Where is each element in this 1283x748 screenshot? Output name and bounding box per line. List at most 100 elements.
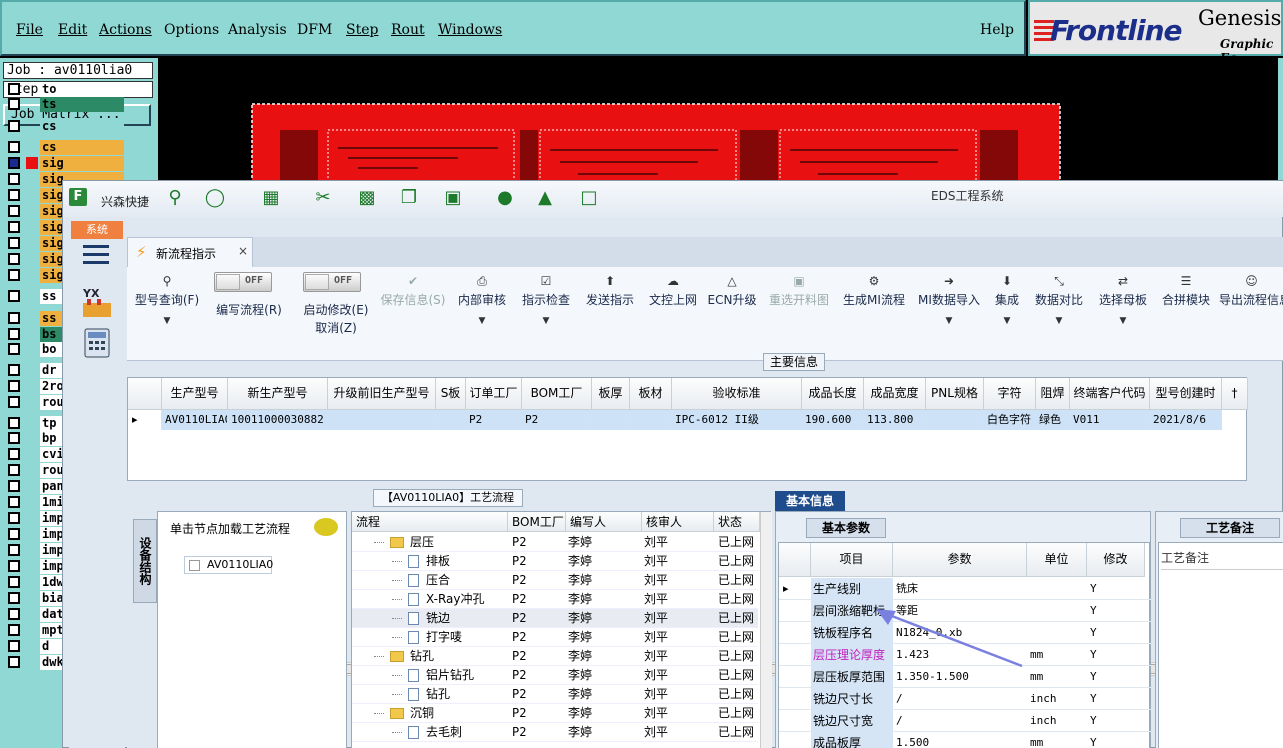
grid-cell[interactable] — [436, 410, 466, 430]
menu-step[interactable]: Step — [346, 22, 378, 38]
table-row[interactable]: 钻孔 P2 李婷 刘平 已上网 — [352, 685, 758, 704]
grid-column-header[interactable]: 订单工厂 — [466, 378, 522, 410]
user-icon[interactable]: ● — [493, 187, 517, 209]
table-row[interactable]: 压合 P2 李婷 刘平 已上网 — [352, 571, 758, 590]
table-row[interactable]: 铝片钻孔 P2 李婷 刘平 已上网 — [352, 666, 758, 685]
table-row[interactable]: 铣边尺寸宽 / inch Y — [779, 710, 1151, 732]
integrate-button[interactable]: ⬇ 集成 ▼ — [987, 267, 1027, 327]
save-info-button[interactable]: ✔ 保存信息(S) — [377, 267, 449, 309]
grid-column-header[interactable]: † — [1222, 378, 1248, 410]
grid-cell[interactable]: 白色字符 — [984, 410, 1036, 430]
checkbox[interactable] — [189, 560, 200, 571]
reselect-cutting-drawing-button[interactable]: ▣ 重选开料图 — [763, 267, 835, 309]
layer-checkbox[interactable] — [8, 205, 20, 217]
chat-bubble-icon[interactable] — [314, 518, 338, 536]
tab-basic-params[interactable]: 基本参数 — [806, 518, 886, 538]
layer-checkbox[interactable] — [8, 480, 20, 492]
write-flow-switch[interactable]: OFF 编写流程(R) — [207, 267, 291, 319]
layer-checkbox[interactable] — [8, 173, 20, 185]
table-row[interactable]: 钻孔 P2 李婷 刘平 已上网 — [352, 647, 758, 666]
tab-process-remark[interactable]: 工艺备注 — [1180, 518, 1280, 538]
generate-mi-flow-button[interactable]: ⚙ 生成MI流程 — [837, 267, 911, 309]
tree-node-model[interactable]: AV0110LIA0 — [184, 556, 273, 574]
hamburger-menu-icon[interactable] — [83, 245, 109, 267]
layer-checkbox[interactable] — [8, 141, 20, 153]
grid-cell[interactable]: P2 — [522, 410, 592, 430]
data-compare-button[interactable]: ⤡ 数据对比 ▼ — [1031, 267, 1087, 327]
process-column-header[interactable]: 流程 — [352, 512, 508, 532]
layer-checkbox[interactable] — [8, 496, 20, 508]
layer-row[interactable]: cs — [4, 140, 154, 155]
grid-cell[interactable]: 10011000030882 — [228, 410, 328, 430]
remark-textarea[interactable] — [1161, 569, 1283, 747]
menu-windows[interactable]: Windows — [438, 22, 502, 38]
layer-name[interactable]: cs — [40, 119, 124, 134]
ecn-upgrade-button[interactable]: △ ECN升级 — [705, 267, 759, 309]
params-cell-value[interactable]: / — [896, 688, 1027, 710]
grid-icon[interactable]: ▣ — [441, 187, 465, 209]
params-cell-value[interactable]: / — [896, 710, 1027, 732]
grid-column-header[interactable]: 型号创建时 — [1150, 378, 1222, 410]
layer-checkbox[interactable] — [8, 83, 20, 95]
vertical-scrollbar[interactable] — [760, 512, 772, 748]
table-row[interactable]: 打字唛 P2 李婷 刘平 已上网 — [352, 628, 758, 647]
grid-cell[interactable] — [592, 410, 630, 430]
cancel-label[interactable]: 取消(Z) — [293, 319, 379, 337]
process-column-header[interactable]: BOM工厂 — [508, 512, 566, 532]
layer-checkbox[interactable] — [8, 544, 20, 556]
send-instruction-button[interactable]: ⬆ 发送指示 — [581, 267, 639, 309]
lifebuoy-icon[interactable]: ◯ — [203, 187, 227, 209]
table-icon[interactable]: ▦ — [259, 187, 283, 209]
toggle-switch[interactable]: OFF — [303, 272, 361, 292]
copy-icon[interactable]: ❐ — [397, 187, 421, 209]
table-row[interactable]: X-Ray冲孔 P2 李婷 刘平 已上网 — [352, 590, 758, 609]
layer-checkbox[interactable] — [8, 312, 20, 324]
tab-device-structure[interactable]: 设备结构 — [133, 519, 157, 603]
doc-control-online-button[interactable]: ☁ 文控上网 — [645, 267, 701, 309]
grid-cell[interactable]: AV0110LIA0 — [162, 410, 228, 430]
grid-column-header[interactable]: PNL规格 — [926, 378, 984, 410]
grid-column-header[interactable]: 终端客户代码 — [1070, 378, 1150, 410]
grid-cell[interactable] — [328, 410, 436, 430]
internal-review-button[interactable]: ⎙ 内部审核 ▼ — [453, 267, 511, 327]
menu-file[interactable]: File — [16, 22, 43, 38]
monitor-icon[interactable]: □ — [577, 187, 601, 209]
layer-checkbox[interactable] — [8, 592, 20, 604]
grid-column-header[interactable]: 成品长度 — [802, 378, 864, 410]
genesis-right-scrollbar[interactable] — [1278, 58, 1283, 188]
search-model-button[interactable]: ⚲ 型号查询(F) ▼ — [131, 267, 203, 327]
grid-cell[interactable] — [630, 410, 672, 430]
factory-icon[interactable]: YX — [81, 285, 113, 319]
grid-column-header[interactable]: S板 — [436, 378, 466, 410]
table-row[interactable]: 沉铜 P2 李婷 刘平 已上网 — [352, 704, 758, 723]
grid-column-header[interactable]: 字符 — [984, 378, 1036, 410]
search-icon[interactable]: ⚲ — [163, 187, 187, 209]
grid-cell[interactable]: V011 — [1070, 410, 1150, 430]
layer-checkbox[interactable] — [8, 608, 20, 620]
close-icon[interactable]: × — [238, 244, 248, 258]
layer-checkbox[interactable] — [8, 640, 20, 652]
grid-column-header[interactable]: 生产型号 — [162, 378, 228, 410]
merge-module-button[interactable]: ☰ 合拼模块 — [1157, 267, 1215, 309]
toggle-switch[interactable]: OFF — [214, 272, 272, 292]
layer-row[interactable]: sig — [4, 156, 154, 171]
scissors-icon[interactable]: ✂ — [311, 187, 335, 209]
layer-row[interactable]: to — [4, 82, 154, 97]
layer-name[interactable]: ts — [40, 97, 124, 112]
menu-dfm[interactable]: DFM — [297, 22, 332, 38]
menu-actions[interactable]: Actions — [99, 22, 152, 38]
layer-checkbox[interactable] — [8, 343, 20, 355]
select-mother-board-button[interactable]: ⇄ 选择母板 ▼ — [1093, 267, 1153, 327]
layer-row[interactable]: cs — [4, 119, 154, 134]
grid-cell[interactable]: 113.800 — [864, 410, 926, 430]
layer-row[interactable]: ts — [4, 97, 154, 112]
layer-checkbox[interactable] — [8, 221, 20, 233]
tab-basic-info[interactable]: 基本信息 — [775, 491, 845, 511]
grid-column-header[interactable]: 板厚 — [592, 378, 630, 410]
menu-edit[interactable]: Edit — [58, 22, 87, 38]
grid-cell[interactable]: 2021/8/6 — [1150, 410, 1222, 430]
layer-checkbox[interactable] — [8, 253, 20, 265]
layer-checkbox[interactable] — [8, 512, 20, 524]
params-column-header[interactable]: 修改 — [1087, 543, 1145, 577]
row-selector-icon[interactable]: ▸ — [783, 578, 789, 600]
